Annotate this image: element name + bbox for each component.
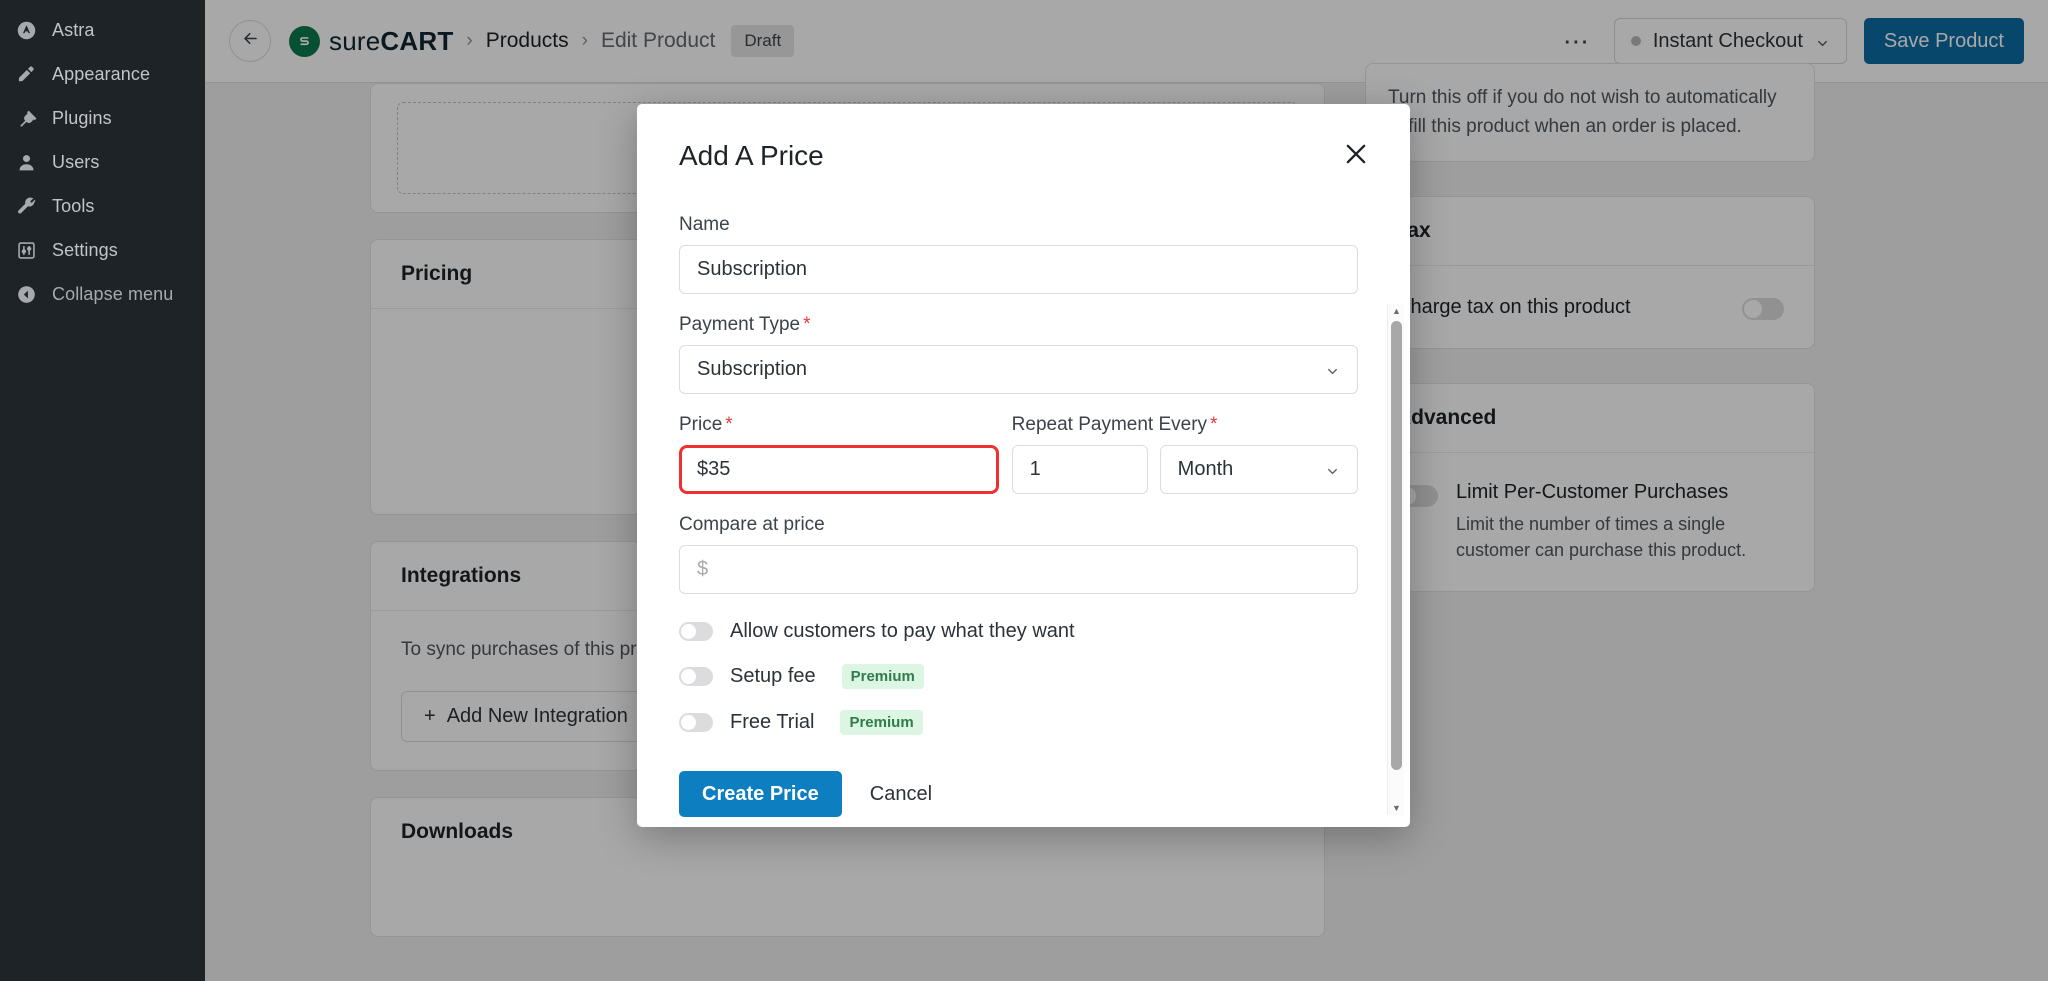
name-input[interactable]: Subscription — [679, 245, 1358, 294]
compare-at-price-input[interactable]: $ — [679, 545, 1358, 594]
modal-actions: Create Price Cancel — [679, 771, 1358, 817]
pay-what-you-want-row[interactable]: Allow customers to pay what they want — [679, 620, 1358, 643]
screen: Astra Appearance Plugins Users Tools Set… — [0, 0, 2048, 981]
currency-symbol: $ — [697, 558, 709, 580]
sidebar-item-tools[interactable]: Tools — [0, 184, 205, 228]
price-field-group: Price * $ 35 — [679, 414, 999, 494]
premium-badge: Premium — [840, 710, 923, 735]
modal-body: Name Subscription Payment Type * Subscrip… — [637, 200, 1410, 827]
sidebar-item-label: Users — [52, 151, 100, 172]
cancel-button[interactable]: Cancel — [870, 783, 932, 806]
repeat-interval-value: Month — [1177, 458, 1234, 480]
repeat-count-value: 1 — [1029, 458, 1041, 480]
sidebar-item-label: Appearance — [52, 63, 151, 84]
setup-fee-row[interactable]: Setup fee Premium — [679, 664, 1358, 689]
free-trial-label: Free Trial — [730, 711, 815, 733]
add-price-modal: Add A Price Name Subscription Payment Ty… — [637, 104, 1410, 827]
payment-type-select[interactable]: Subscription — [679, 345, 1358, 394]
premium-badge: Premium — [841, 664, 924, 689]
free-trial-toggle[interactable] — [679, 713, 713, 732]
create-price-button[interactable]: Create Price — [679, 771, 842, 817]
astra-logo-icon — [14, 18, 38, 42]
sidebar-item-users[interactable]: Users — [0, 140, 205, 184]
modal-title: Add A Price — [679, 140, 824, 171]
sidebar-item-plugins[interactable]: Plugins — [0, 96, 205, 140]
pay-what-you-want-toggle[interactable] — [679, 622, 713, 641]
name-label: Name — [679, 214, 730, 235]
repeat-every-field-group: Repeat Payment Every * 1 Month — [1011, 414, 1358, 494]
compare-at-price-field-group: Compare at price $ — [679, 514, 1358, 594]
repeat-interval-select[interactable]: Month — [1159, 445, 1358, 494]
modal-scrollbar[interactable]: ▲ ▼ — [1387, 304, 1404, 815]
price-label: Price * — [679, 414, 733, 435]
collapse-arrow-icon — [14, 282, 38, 306]
modal-header: Add A Price — [637, 104, 1410, 182]
sidebar-item-appearance[interactable]: Appearance — [0, 52, 205, 96]
sidebar-item-label: Plugins — [52, 107, 112, 128]
close-icon[interactable] — [1342, 140, 1370, 168]
user-icon — [14, 150, 38, 174]
chevron-down-icon — [1325, 462, 1340, 477]
required-asterisk: * — [725, 414, 733, 435]
wrench-icon — [14, 194, 38, 218]
price-input[interactable]: $ 35 — [679, 445, 999, 494]
scrollbar-thumb[interactable] — [1391, 321, 1402, 770]
sidebar-item-label: Collapse menu — [52, 283, 174, 304]
sidebar-item-label: Astra — [52, 19, 95, 40]
pay-what-you-want-label: Allow customers to pay what they want — [730, 620, 1075, 642]
setup-fee-toggle[interactable] — [679, 667, 713, 686]
required-asterisk: * — [1210, 414, 1218, 435]
paintbrush-icon — [14, 62, 38, 86]
repeat-every-label: Repeat Payment Every * — [1011, 414, 1218, 435]
sidebar-item-label: Settings — [52, 239, 118, 260]
chevron-down-icon — [1325, 362, 1340, 377]
sliders-icon — [14, 238, 38, 262]
free-trial-row[interactable]: Free Trial Premium — [679, 710, 1358, 735]
required-asterisk: * — [803, 314, 811, 335]
sidebar-item-label: Tools — [52, 195, 95, 216]
payment-type-value: Subscription — [697, 358, 808, 380]
compare-at-price-label: Compare at price — [679, 514, 825, 535]
currency-symbol: $ — [697, 458, 709, 480]
payment-type-field-group: Payment Type * Subscription — [679, 314, 1358, 394]
sidebar-item-collapse-menu[interactable]: Collapse menu — [0, 272, 205, 316]
name-input-value: Subscription — [697, 258, 808, 280]
name-field-group: Name Subscription — [679, 214, 1358, 294]
wp-admin-sidebar: Astra Appearance Plugins Users Tools Set… — [0, 0, 205, 981]
repeat-count-input[interactable]: 1 — [1011, 445, 1148, 494]
scroll-up-arrow-icon[interactable]: ▲ — [1388, 304, 1405, 318]
plug-icon — [14, 106, 38, 130]
payment-type-label: Payment Type * — [679, 314, 811, 335]
price-input-value: 35 — [708, 458, 731, 480]
sidebar-item-settings[interactable]: Settings — [0, 228, 205, 272]
sidebar-item-astra[interactable]: Astra — [0, 8, 205, 52]
scroll-down-arrow-icon[interactable]: ▼ — [1388, 801, 1405, 815]
setup-fee-label: Setup fee — [730, 665, 816, 687]
price-and-repeat-row: Price * $ 35 Repeat Payment Every * 1 Mont… — [679, 414, 1358, 494]
